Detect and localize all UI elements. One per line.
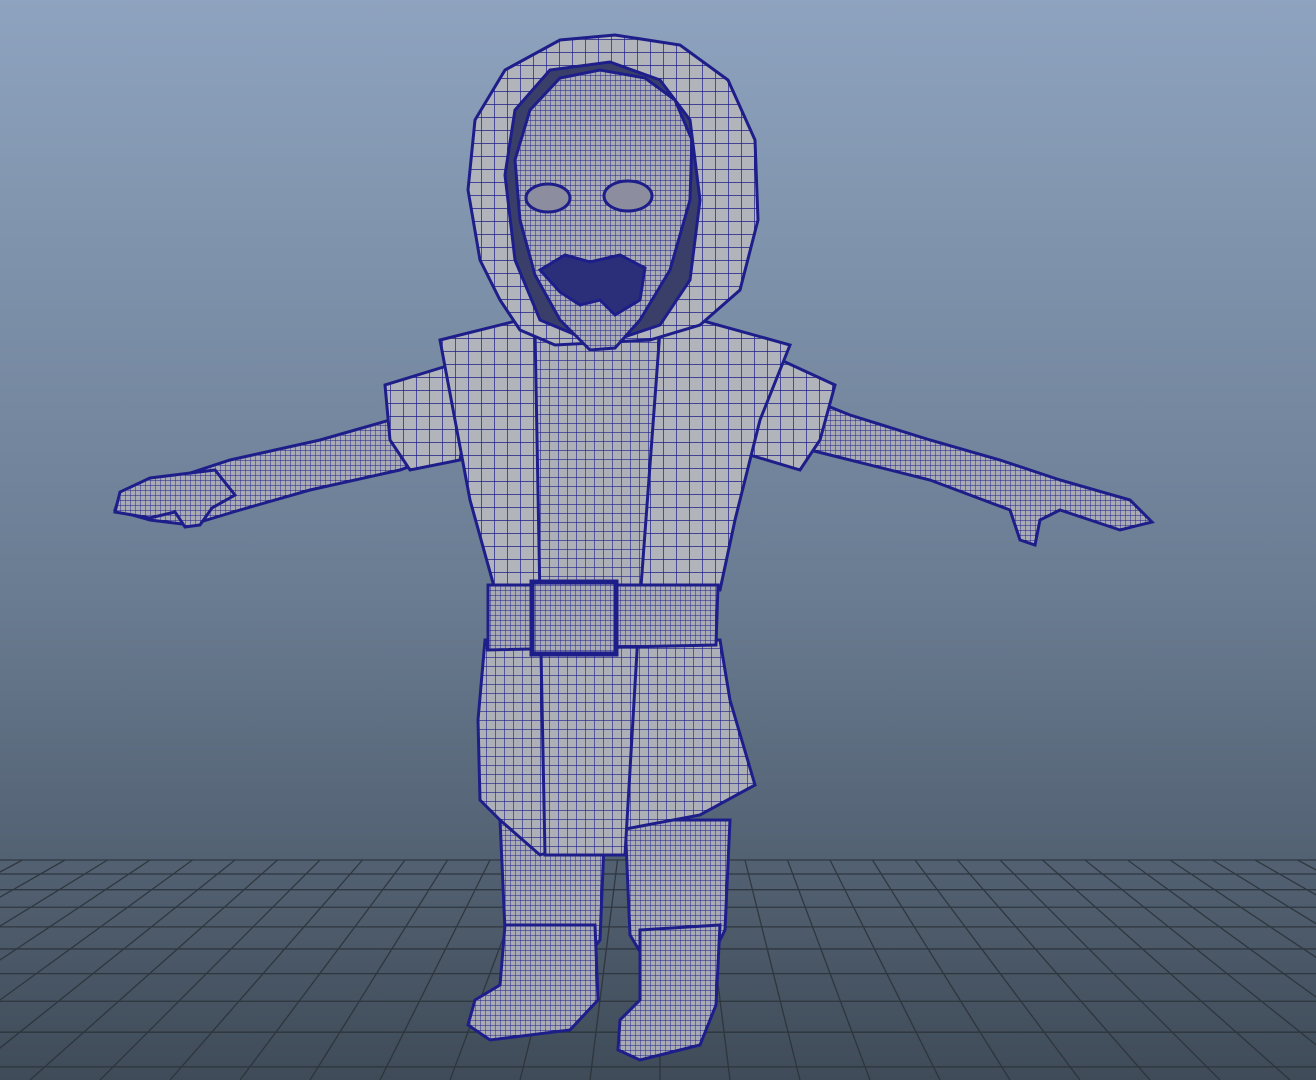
viewport-canvas[interactable] <box>0 0 1316 1080</box>
3d-viewport[interactable] <box>0 0 1316 1080</box>
left-eye <box>524 182 572 214</box>
right-eye <box>602 179 654 213</box>
belt-buckle <box>529 579 619 657</box>
